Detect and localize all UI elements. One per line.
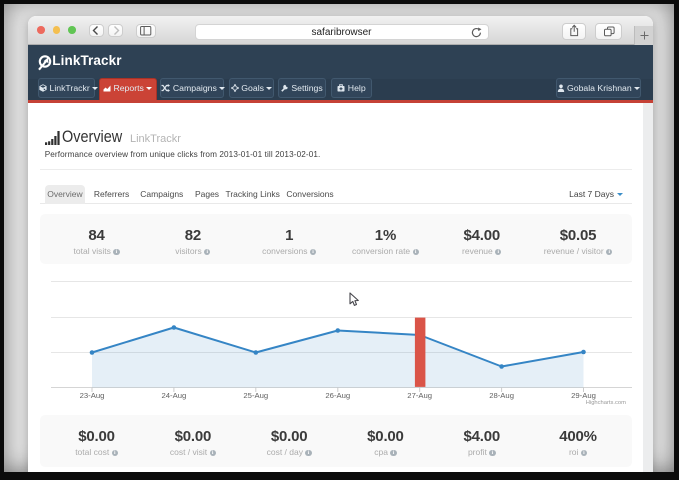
svg-text:28-Aug: 28-Aug (489, 391, 514, 400)
svg-text:29-Aug: 29-Aug (571, 391, 596, 400)
svg-text:Highcharts.com: Highcharts.com (586, 400, 626, 406)
svg-text:27-Aug: 27-Aug (407, 391, 432, 400)
svg-text:23-Aug: 23-Aug (80, 391, 105, 400)
svg-text:25-Aug: 25-Aug (243, 391, 268, 400)
svg-text:24-Aug: 24-Aug (162, 391, 187, 400)
svg-text:26-Aug: 26-Aug (325, 391, 350, 400)
